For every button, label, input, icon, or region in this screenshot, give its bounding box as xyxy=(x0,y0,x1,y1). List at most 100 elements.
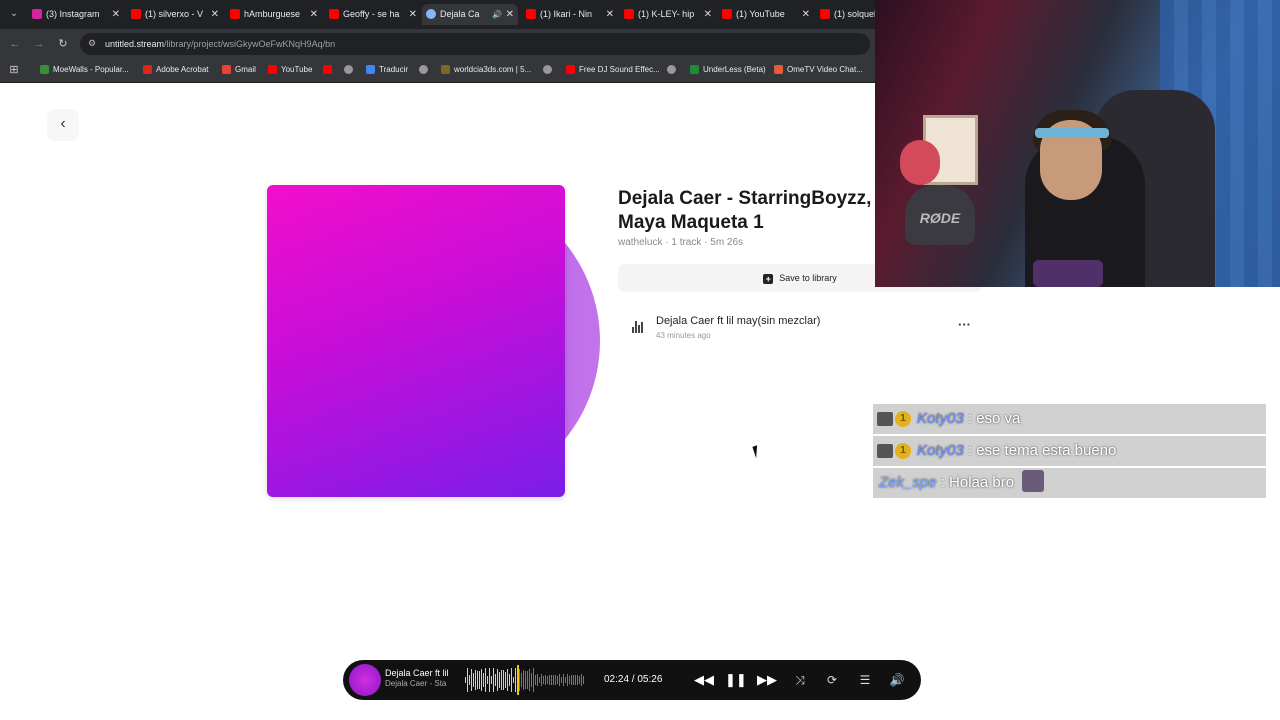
bookmark-free-dj-sound[interactable]: Free DJ Sound Effec... xyxy=(566,59,660,81)
close-tab-icon[interactable]: ✕ xyxy=(506,4,514,25)
waveform-bar xyxy=(573,675,574,685)
tab-solqueb[interactable]: (1) solqueb xyxy=(816,4,876,25)
bookmark-youtube-icon-only[interactable] xyxy=(323,59,336,81)
subscriber-badge-icon xyxy=(877,444,893,458)
close-tab-icon[interactable]: ✕ xyxy=(409,4,417,25)
tab-instagram[interactable]: (3) Instagram ✕ xyxy=(28,4,124,25)
bookmark-moewalls[interactable]: MoeWalls - Popular... xyxy=(40,59,129,81)
tab-label: (1) K-LEY- hip xyxy=(638,9,695,19)
rewind-icon[interactable]: ◀◀ xyxy=(694,670,714,690)
track-row[interactable]: Dejala Caer ft lil may(sin mezclar) 43 m… xyxy=(620,311,980,345)
waveform-bar xyxy=(531,673,532,687)
track-name: Dejala Caer ft lil may(sin mezclar) xyxy=(656,315,821,327)
close-tab-icon[interactable]: ✕ xyxy=(310,4,318,25)
waveform-bar xyxy=(577,674,578,686)
close-tab-icon[interactable]: ✕ xyxy=(704,4,712,25)
tab-hamburguese[interactable]: hAmburguese ✕ xyxy=(226,4,322,25)
player-waveform[interactable] xyxy=(465,665,585,695)
stream-chat: 1 Koty03 : eso va 1 Koty03 : ese tema es… xyxy=(873,404,1266,500)
waveform-bar xyxy=(489,668,490,692)
bookmark-globe[interactable] xyxy=(344,59,357,81)
tab-geoffy[interactable]: Geoffy - se ha ✕ xyxy=(325,4,421,25)
waveform-bar xyxy=(567,674,568,686)
speaker-icon[interactable]: 🔊 xyxy=(492,4,502,25)
waveform-bar xyxy=(533,668,534,692)
waveform-bar xyxy=(483,673,484,687)
waveform-bar xyxy=(535,675,536,685)
player-track-title: Dejala Caer ft lil xyxy=(385,668,449,678)
waveform-bar xyxy=(487,675,488,685)
waveform-bar xyxy=(479,671,480,689)
bookmark-icon xyxy=(566,65,575,74)
youtube-icon xyxy=(820,9,830,19)
project-meta: watheluck · 1 track · 5m 26s xyxy=(618,237,744,248)
player-artwork[interactable] xyxy=(349,664,381,696)
waveform-bar xyxy=(511,668,512,692)
site-info-icon[interactable]: ⚙ xyxy=(88,38,99,49)
close-tab-icon[interactable]: ✕ xyxy=(606,4,614,25)
waveform-bar xyxy=(569,675,570,685)
close-tab-icon[interactable]: ✕ xyxy=(112,4,120,25)
bookmark-gmail[interactable]: Gmail xyxy=(222,59,256,81)
bookmark-ometv[interactable]: OmeTV Video Chat... xyxy=(774,59,863,81)
site-icon xyxy=(426,9,436,19)
waveform-bar xyxy=(557,676,558,684)
bookmark-label: Free DJ Sound Effec... xyxy=(579,65,660,74)
back-button[interactable]: ‹ xyxy=(47,109,79,141)
playhead[interactable] xyxy=(517,665,519,695)
waveform-bar xyxy=(485,668,486,692)
project-title: Dejala Caer - StarringBoyzz, L xyxy=(618,188,880,209)
close-tab-icon[interactable]: ✕ xyxy=(802,4,810,25)
tab-label: (1) Ikari - Nin xyxy=(540,9,593,19)
back-arrow-icon[interactable]: ← xyxy=(7,36,23,52)
tab-dejala-caer[interactable]: Dejala Ca 🔊 ✕ xyxy=(422,4,518,25)
tab-k-ley[interactable]: (1) K-LEY- hip ✕ xyxy=(620,4,716,25)
waveform-bar xyxy=(497,669,498,691)
waveform-bar xyxy=(481,669,482,691)
reload-icon[interactable]: ↻ xyxy=(55,36,71,52)
apps-grid-icon[interactable]: ⊞ xyxy=(6,62,22,78)
bookmark-globe[interactable] xyxy=(667,59,680,81)
chat-username: Koty03 xyxy=(917,442,964,459)
bookmark-youtube[interactable]: YouTube xyxy=(268,59,312,81)
tab-youtube[interactable]: (1) YouTube ✕ xyxy=(718,4,814,25)
waveform-bar xyxy=(559,674,560,686)
chat-username: Zek_spe xyxy=(879,474,937,491)
pause-icon[interactable]: ❚❚ xyxy=(725,670,747,690)
repeat-icon[interactable]: ⟳ xyxy=(822,670,842,690)
waveform-bar xyxy=(581,674,582,686)
bookmark-label: YouTube xyxy=(281,65,313,74)
shuffle-icon[interactable]: ⤨ xyxy=(790,670,810,690)
waveform-bar xyxy=(551,674,552,685)
waveform-bar xyxy=(471,668,472,692)
tab-search-icon[interactable]: ⌄ xyxy=(6,6,22,22)
waveform-bar xyxy=(583,676,584,684)
fast-forward-icon[interactable]: ▶▶ xyxy=(757,670,777,690)
url-field[interactable]: ⚙ untitled.stream/library/project/wsiGky… xyxy=(80,33,870,55)
bookmark-worldcia3ds[interactable]: worldcia3ds.com | 5... xyxy=(441,59,531,81)
bookmark-adobe-acrobat[interactable]: Adobe Acrobat xyxy=(143,59,208,81)
waveform-bar xyxy=(527,671,528,689)
bookmark-icon xyxy=(690,65,699,74)
waveform-bar xyxy=(503,670,504,690)
more-options-icon[interactable]: ··· xyxy=(958,317,971,332)
tab-silverxo[interactable]: (1) silverxo - V ✕ xyxy=(127,4,223,25)
bookmark-globe[interactable] xyxy=(543,59,556,81)
waveform-bar xyxy=(469,674,470,686)
waveform-bar xyxy=(575,675,576,685)
globe-icon xyxy=(667,65,676,74)
tab-ikari[interactable]: (1) Ikari - Nin ✕ xyxy=(522,4,618,25)
bookmark-globe[interactable] xyxy=(419,59,432,81)
queue-icon[interactable]: ☰ xyxy=(855,670,875,690)
youtube-icon xyxy=(329,9,339,19)
globe-icon xyxy=(419,65,428,74)
bookmark-traducir[interactable]: Traducir xyxy=(366,59,408,81)
waveform-bar xyxy=(475,669,476,691)
waveform-bar xyxy=(515,668,516,692)
forward-arrow-icon[interactable]: → xyxy=(31,36,47,52)
tab-label: (3) Instagram xyxy=(46,9,100,19)
close-tab-icon[interactable]: ✕ xyxy=(211,4,219,25)
volume-icon[interactable]: 🔊 xyxy=(887,670,907,690)
bookmark-underless[interactable]: UnderLess (Beta) xyxy=(690,59,766,81)
bookmark-label: Adobe Acrobat xyxy=(156,65,209,74)
